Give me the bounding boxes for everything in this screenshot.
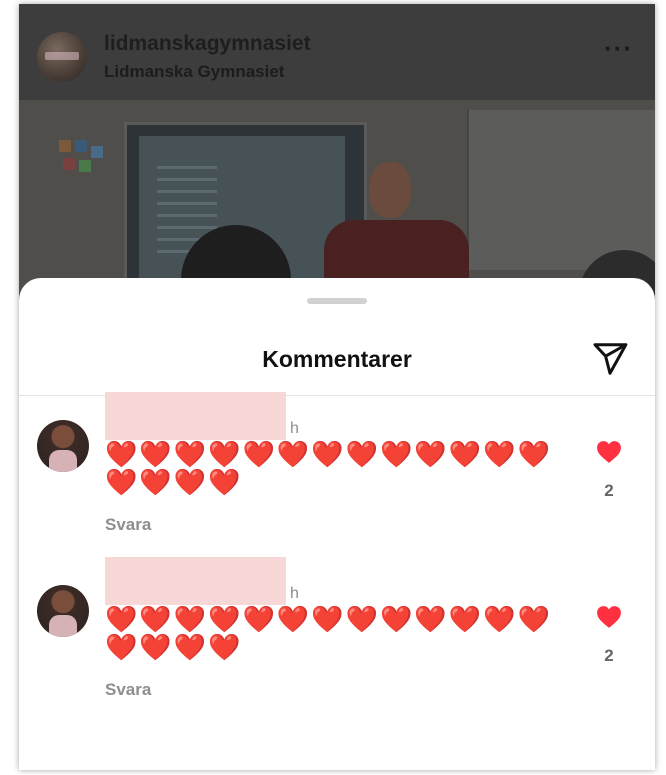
sheet-title: Kommentarer xyxy=(262,346,412,372)
instagram-screen: lidmanskagymnasiet Lidmanska Gymnasiet ·… xyxy=(19,4,655,770)
comments-sheet: Kommentarer h ❤️❤️❤️❤️❤️❤️❤️❤️❤️❤️❤️❤️❤️… xyxy=(19,278,655,770)
sticky-notes xyxy=(59,140,109,180)
comment-time: h xyxy=(290,420,299,437)
reply-button[interactable]: Svara xyxy=(105,680,151,700)
comment-time: h xyxy=(290,585,299,602)
paper-plane-icon[interactable] xyxy=(591,340,629,378)
comment-item: h ❤️❤️❤️❤️❤️❤️❤️❤️❤️❤️❤️❤️❤️❤️❤️❤️❤️ Sva… xyxy=(19,557,655,707)
redacted-username xyxy=(105,557,286,605)
more-options-button[interactable]: ··· xyxy=(604,35,633,61)
commenter-avatar[interactable] xyxy=(37,585,89,637)
like-count: 2 xyxy=(604,481,614,500)
teacher-head xyxy=(369,162,411,218)
post-header: lidmanskagymnasiet Lidmanska Gymnasiet ·… xyxy=(19,4,655,100)
profile-avatar[interactable] xyxy=(37,32,87,82)
commenter-avatar[interactable] xyxy=(37,420,89,472)
cabinets xyxy=(467,110,655,270)
post-location[interactable]: Lidmanska Gymnasiet xyxy=(104,62,284,82)
comment-text: ❤️❤️❤️❤️❤️❤️❤️❤️❤️❤️❤️❤️❤️❤️❤️❤️❤️ xyxy=(105,604,552,662)
comment-text: ❤️❤️❤️❤️❤️❤️❤️❤️❤️❤️❤️❤️❤️❤️❤️❤️❤️ xyxy=(105,439,552,497)
post-username[interactable]: lidmanskagymnasiet xyxy=(104,32,311,56)
reply-button[interactable]: Svara xyxy=(105,515,151,535)
sheet-drag-handle[interactable] xyxy=(307,298,367,304)
heart-icon[interactable] xyxy=(596,605,622,629)
post-photo xyxy=(19,100,655,300)
comment-item: h ❤️❤️❤️❤️❤️❤️❤️❤️❤️❤️❤️❤️❤️❤️❤️❤️❤️ Sva… xyxy=(19,392,655,542)
heart-icon[interactable] xyxy=(596,440,622,464)
redacted-username xyxy=(105,392,286,440)
like-count: 2 xyxy=(604,646,614,665)
